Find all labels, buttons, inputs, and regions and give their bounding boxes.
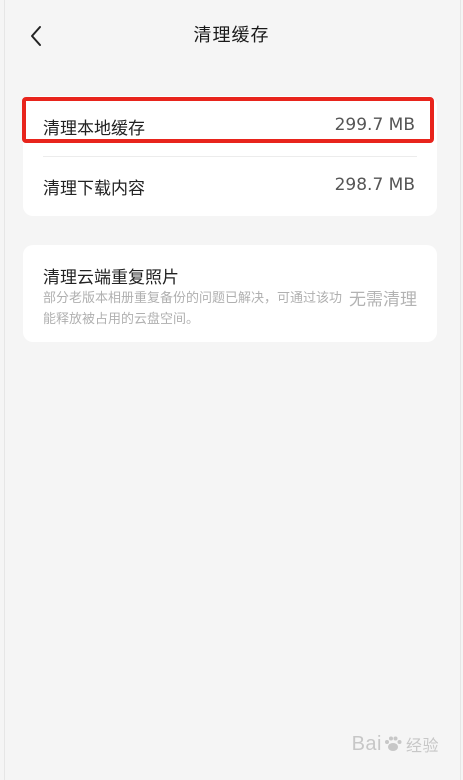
download-content-size: 298.7 MB bbox=[334, 175, 415, 195]
clear-cloud-duplicates-row[interactable]: 清理云端重复照片 部分老版本相册重复备份的问题已解决，可通过该功能释放被占用的云… bbox=[23, 245, 437, 342]
header-bar: 清理缓存 bbox=[0, 0, 463, 70]
clear-download-content-row[interactable]: 清理下载内容 298.7 MB bbox=[23, 156, 437, 216]
local-cache-size: 299.7 MB bbox=[334, 115, 415, 135]
right-edge-line bbox=[460, 0, 461, 780]
clear-local-cache-label: 清理本地缓存 bbox=[43, 119, 145, 139]
watermark-brand: Bai bbox=[351, 732, 382, 755]
page-title: 清理缓存 bbox=[193, 25, 270, 46]
clear-cloud-duplicates-description: 部分老版本相册重复备份的问题已解决，可通过该功能释放被占用的云盘空间。 bbox=[43, 291, 343, 327]
cache-settings-page: 清理缓存 清理本地缓存 299.7 MB 清理下载内容 298.7 MB 清理云… bbox=[0, 0, 463, 780]
cache-card: 清理本地缓存 299.7 MB 清理下载内容 298.7 MB bbox=[23, 96, 437, 216]
paw-icon bbox=[384, 736, 402, 751]
left-edge-line bbox=[4, 0, 5, 780]
cloud-duplicates-status: 无需清理 bbox=[349, 290, 417, 310]
clear-cloud-duplicates-title: 清理云端重复照片 bbox=[43, 268, 179, 288]
baidu-watermark: Bai 经验 bbox=[352, 732, 439, 756]
watermark-suffix: 经验 bbox=[405, 738, 439, 755]
clear-local-cache-row[interactable]: 清理本地缓存 299.7 MB bbox=[23, 96, 437, 156]
clear-download-content-label: 清理下载内容 bbox=[43, 179, 145, 199]
cloud-card: 清理云端重复照片 部分老版本相册重复备份的问题已解决，可通过该功能释放被占用的云… bbox=[23, 245, 437, 342]
